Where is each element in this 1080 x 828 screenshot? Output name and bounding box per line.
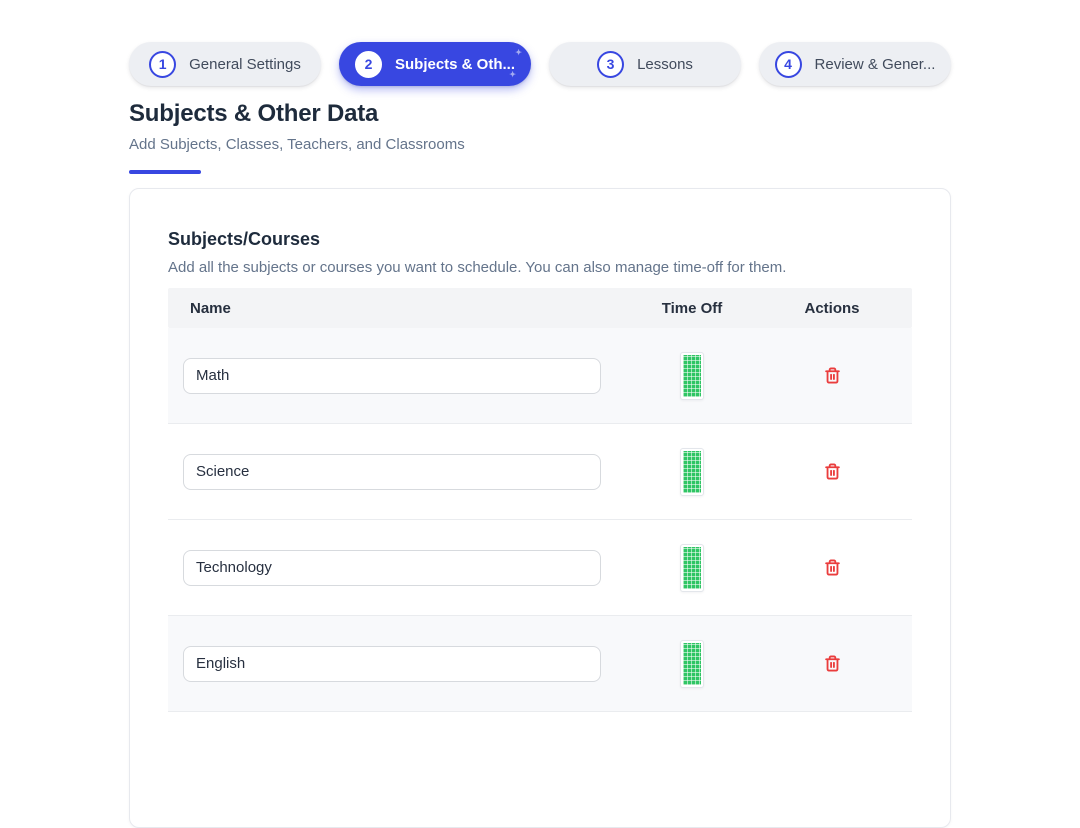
manage-timeoff-button[interactable] xyxy=(680,448,704,496)
timeoff-cell xyxy=(632,640,752,688)
timeoff-grid-icon xyxy=(683,643,701,685)
delete-subject-button[interactable] xyxy=(820,459,845,484)
column-header-timeoff: Time Off xyxy=(632,300,752,317)
table-header-row: Name Time Off Actions xyxy=(168,288,912,328)
timeoff-grid-icon xyxy=(683,547,701,589)
trash-icon xyxy=(824,559,841,576)
step-label: General Settings xyxy=(189,56,301,73)
page-title: Subjects & Other Data xyxy=(129,100,951,128)
page-subtitle: Add Subjects, Classes, Teachers, and Cla… xyxy=(129,136,951,154)
column-header-name: Name xyxy=(168,300,632,317)
subjects-card: Subjects/Courses Add all the subjects or… xyxy=(129,188,951,828)
subjects-table: Name Time Off Actions xyxy=(168,288,912,712)
sparkle-icon: ✦ xyxy=(515,49,522,57)
name-cell xyxy=(168,454,632,490)
table-row xyxy=(168,328,912,424)
step-number-badge: 3 xyxy=(597,51,624,78)
step-1[interactable]: 1 General Settings ✦ ✦ xyxy=(129,42,321,86)
sparkle-icon: ✦ xyxy=(509,71,516,79)
stepper: 1 General Settings ✦ ✦ 2 Subjects & Oth.… xyxy=(129,42,951,86)
name-cell xyxy=(168,550,632,586)
actions-cell xyxy=(752,363,912,388)
actions-cell xyxy=(752,555,912,580)
section-title: Subjects/Courses xyxy=(168,229,912,250)
actions-cell xyxy=(752,651,912,676)
wizard-page: 1 General Settings ✦ ✦ 2 Subjects & Oth.… xyxy=(129,0,951,828)
actions-cell xyxy=(752,459,912,484)
timeoff-cell xyxy=(632,352,752,400)
step-label: Lessons xyxy=(637,56,693,73)
table-row xyxy=(168,520,912,616)
accent-underline xyxy=(129,170,201,174)
step-label: Review & Gener... xyxy=(815,56,936,73)
subject-name-input[interactable] xyxy=(183,550,601,586)
column-header-actions: Actions xyxy=(752,300,912,317)
delete-subject-button[interactable] xyxy=(820,651,845,676)
delete-subject-button[interactable] xyxy=(820,363,845,388)
subject-name-input[interactable] xyxy=(183,358,601,394)
timeoff-cell xyxy=(632,544,752,592)
name-cell xyxy=(168,358,632,394)
step-number-badge: 1 xyxy=(149,51,176,78)
timeoff-cell xyxy=(632,448,752,496)
table-row xyxy=(168,616,912,712)
step-3[interactable]: 3 Lessons ✦ ✦ xyxy=(549,42,741,86)
trash-icon xyxy=(824,655,841,672)
step-4[interactable]: 4 Review & Gener... ✦ ✦ xyxy=(759,42,951,86)
table-body xyxy=(168,328,912,712)
table-row xyxy=(168,424,912,520)
step-number-badge: 2 xyxy=(355,51,382,78)
timeoff-grid-icon xyxy=(683,451,701,493)
manage-timeoff-button[interactable] xyxy=(680,352,704,400)
subject-name-input[interactable] xyxy=(183,646,601,682)
manage-timeoff-button[interactable] xyxy=(680,544,704,592)
timeoff-grid-icon xyxy=(683,355,701,397)
step-label: Subjects & Oth... xyxy=(395,56,515,73)
delete-subject-button[interactable] xyxy=(820,555,845,580)
step-number-badge: 4 xyxy=(775,51,802,78)
step-2[interactable]: 2 Subjects & Oth... ✦ ✦ xyxy=(339,42,531,86)
section-description: Add all the subjects or courses you want… xyxy=(168,259,912,277)
trash-icon xyxy=(824,367,841,384)
trash-icon xyxy=(824,463,841,480)
name-cell xyxy=(168,646,632,682)
manage-timeoff-button[interactable] xyxy=(680,640,704,688)
subject-name-input[interactable] xyxy=(183,454,601,490)
